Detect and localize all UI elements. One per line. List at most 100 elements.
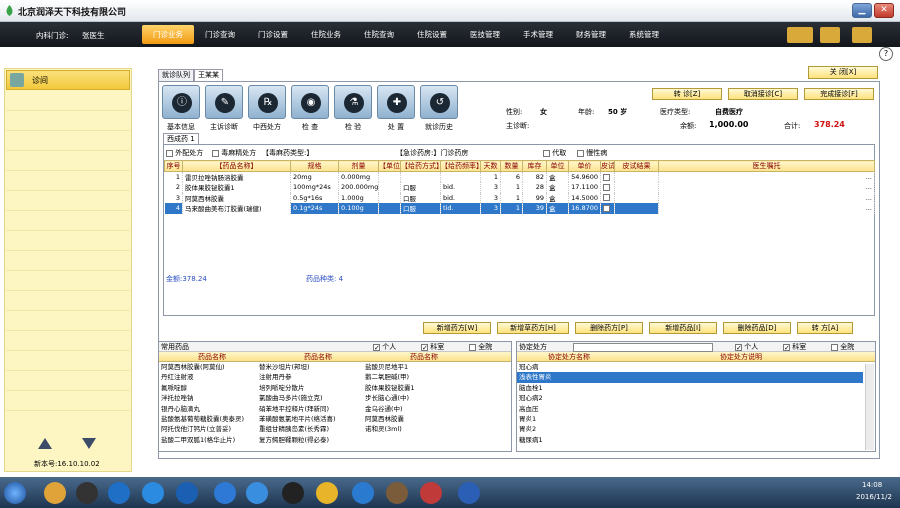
tab-western-medicine[interactable]: 西成药 1 [163,133,199,144]
cell[interactable] [378,192,401,203]
cell[interactable]: 1 [500,192,523,203]
drug-cell[interactable]: 替米沙坦片(邦坦) [259,362,365,372]
sidebar-item-clinic-room[interactable] [6,70,130,90]
narcotic-rx-checkbox[interactable]: 毒麻精处方 [212,148,256,158]
drug-cell[interactable]: 阿托伐他汀钙片(立普妥) [159,424,259,434]
delete-prescription-button[interactable]: 删除药方[P] [575,322,643,334]
drug-cell[interactable]: 苯磺酸氨氯地平片(络活喜) [259,414,365,424]
calculator-icon[interactable] [852,27,872,43]
menu-item-inpatient-query[interactable]: 住院查询 [353,25,405,44]
cell[interactable]: 口服 [400,203,441,214]
cell[interactable]: tid. [440,203,481,214]
menu-item-outpatient-query[interactable]: 门诊查询 [194,25,246,44]
external-rx-checkbox[interactable]: 外配处方 [166,148,203,158]
hospital-checkbox[interactable]: 全院 [469,342,492,352]
cell[interactable] [400,171,441,182]
app-icon[interactable] [176,482,198,504]
note-button[interactable]: ... [658,182,875,193]
col-header[interactable]: 【单位】 [378,160,401,172]
col-header[interactable]: 库存 [522,160,547,172]
add-drug-button[interactable]: 新增药品[I] [649,322,717,334]
prescription-button[interactable]: ℞ [248,85,286,119]
list-item[interactable]: 高血压 [517,404,863,414]
table-row-selected[interactable]: 4 马来酸曲美布汀胶囊(瑞健) 0.1g*24s 0.100g 口服 tid. 3 1 39 盒 1… [164,203,875,214]
help-icon[interactable]: ? [879,47,893,61]
cell[interactable]: 雷贝拉唑钠肠溶胶囊 [182,171,291,182]
drug-cell[interactable]: 阿莫西林胶囊 [365,414,471,424]
col-header[interactable]: 皮试结果 [614,160,659,172]
scroll-down-icon[interactable] [82,438,96,449]
finish-visit-button[interactable]: 完成接诊[F] [804,88,874,100]
cell[interactable]: 1 [480,171,501,182]
list-item[interactable]: 阿托伐他汀钙片(立普妥) 重组甘精胰岛素(长秀霖) 诺和灵(3ml) [159,424,511,434]
start-button-icon[interactable] [4,482,26,504]
cell[interactable]: bid. [440,192,481,203]
cell[interactable]: 1.000g [338,192,379,203]
col-header[interactable]: 医生嘱托 [658,160,875,172]
transfer-prescription-button[interactable]: 转 方[A] [797,322,853,334]
col-header[interactable]: 单价 [568,160,601,172]
lock-icon[interactable] [820,27,840,43]
menu-item-surgery[interactable]: 手术管理 [512,25,564,44]
cell[interactable]: 阿莫西林胶囊 [182,192,291,203]
menu-item-inpatient-settings[interactable]: 住院设置 [406,25,458,44]
drug-cell[interactable]: 银丹心脑滴丸 [159,404,259,414]
menu-item-finance[interactable]: 财务管理 [565,25,617,44]
dept-checkbox[interactable]: 科室 [783,342,806,352]
col-header[interactable]: 单位 [546,160,569,172]
add-prescription-button[interactable]: 新增药方[W] [423,322,491,334]
table-row[interactable]: 1 雷贝拉唑钠肠溶胶囊 20mg 0.000mg 1 6 82 盒 54.9600... [164,171,875,182]
chronic-checkbox[interactable]: 慢性病 [577,148,607,158]
list-item[interactable]: 银丹心脑滴丸 硝苯地平控释片(拜新同) 金乌谷通(中) [159,404,511,414]
drug-cell[interactable]: 盐酸二甲双胍1(格华止片) [159,435,259,445]
col-header[interactable]: 规格 [290,160,339,172]
drug-cell[interactable]: 复方鳄胆鞣颗粒(得必泰) [259,435,365,445]
cell[interactable]: 1 [500,182,523,193]
cell[interactable] [378,171,401,182]
col-header[interactable]: 数量 [500,160,523,172]
cell[interactable]: 200.000mg [338,182,379,193]
drug-cell[interactable]: 泮托拉唑钠 [159,393,259,403]
app-icon[interactable] [214,482,236,504]
cell[interactable]: 1 [500,203,523,214]
col-header[interactable]: 皮试 [600,160,615,172]
app-icon[interactable] [386,482,408,504]
lab-test-button[interactable]: ⚗ [334,85,372,119]
drug-cell[interactable]: 注射用丹参 [259,372,365,382]
app-icon[interactable] [76,482,98,504]
app-icon[interactable] [420,482,442,504]
drug-cell[interactable]: 丹红注射液 [159,372,259,382]
cell[interactable]: 3 [480,203,501,214]
add-herbal-prescription-button[interactable]: 新增草药方[H] [497,322,569,334]
note-button[interactable]: ... [658,203,875,214]
list-item[interactable]: 冠心病2 [517,393,863,403]
drug-name-input[interactable]: 马来酸曲美布汀胶囊(瑞健) [182,203,291,214]
col-header[interactable]: 【药品名称】 [182,160,291,172]
drug-cell[interactable] [365,435,471,445]
col-header[interactable]: 天数 [480,160,501,172]
drug-cell[interactable]: 盐酸氨基葡萄糖胶囊(奥泰灵) [159,414,259,424]
personal-checkbox[interactable]: 个人 [373,342,396,352]
note-button[interactable]: ... [658,192,875,203]
scrollbar[interactable] [865,364,874,450]
app-icon[interactable] [246,482,268,504]
history-button[interactable]: ↺ [420,85,458,119]
menu-item-outpatient[interactable]: 门诊业务 [142,25,194,44]
transfer-button[interactable]: 转 诊[Z] [652,88,722,100]
cell[interactable]: 胶体果胶铋胶囊1 [182,182,291,193]
proxy-checkbox[interactable]: 代取 [543,148,566,158]
cell[interactable]: 口服 [400,192,441,203]
list-item[interactable]: 盐酸氨基葡萄糖胶囊(奥泰灵) 苯磺酸氨氯地平片(络活喜) 阿莫西林胶囊 [159,414,511,424]
app-icon[interactable] [44,482,66,504]
hospital-checkbox[interactable]: 全院 [831,342,854,352]
dept-checkbox[interactable]: 科室 [421,342,444,352]
drug-cell[interactable]: 氯酸曲马多片(施立克) [259,393,365,403]
list-item-selected[interactable]: 浅表性胃炎 [517,372,863,383]
menu-item-inpatient[interactable]: 住院业务 [300,25,352,44]
minimize-button[interactable]: ▁ [852,3,872,18]
menu-item-system[interactable]: 系统管理 [618,25,670,44]
chief-complaint-button[interactable]: ✎ [205,85,243,119]
tab-queue[interactable]: 就诊队列 [158,69,194,81]
examination-button[interactable]: ◉ [291,85,329,119]
drug-cell[interactable]: 重组甘精胰岛素(长秀霖) [259,424,365,434]
